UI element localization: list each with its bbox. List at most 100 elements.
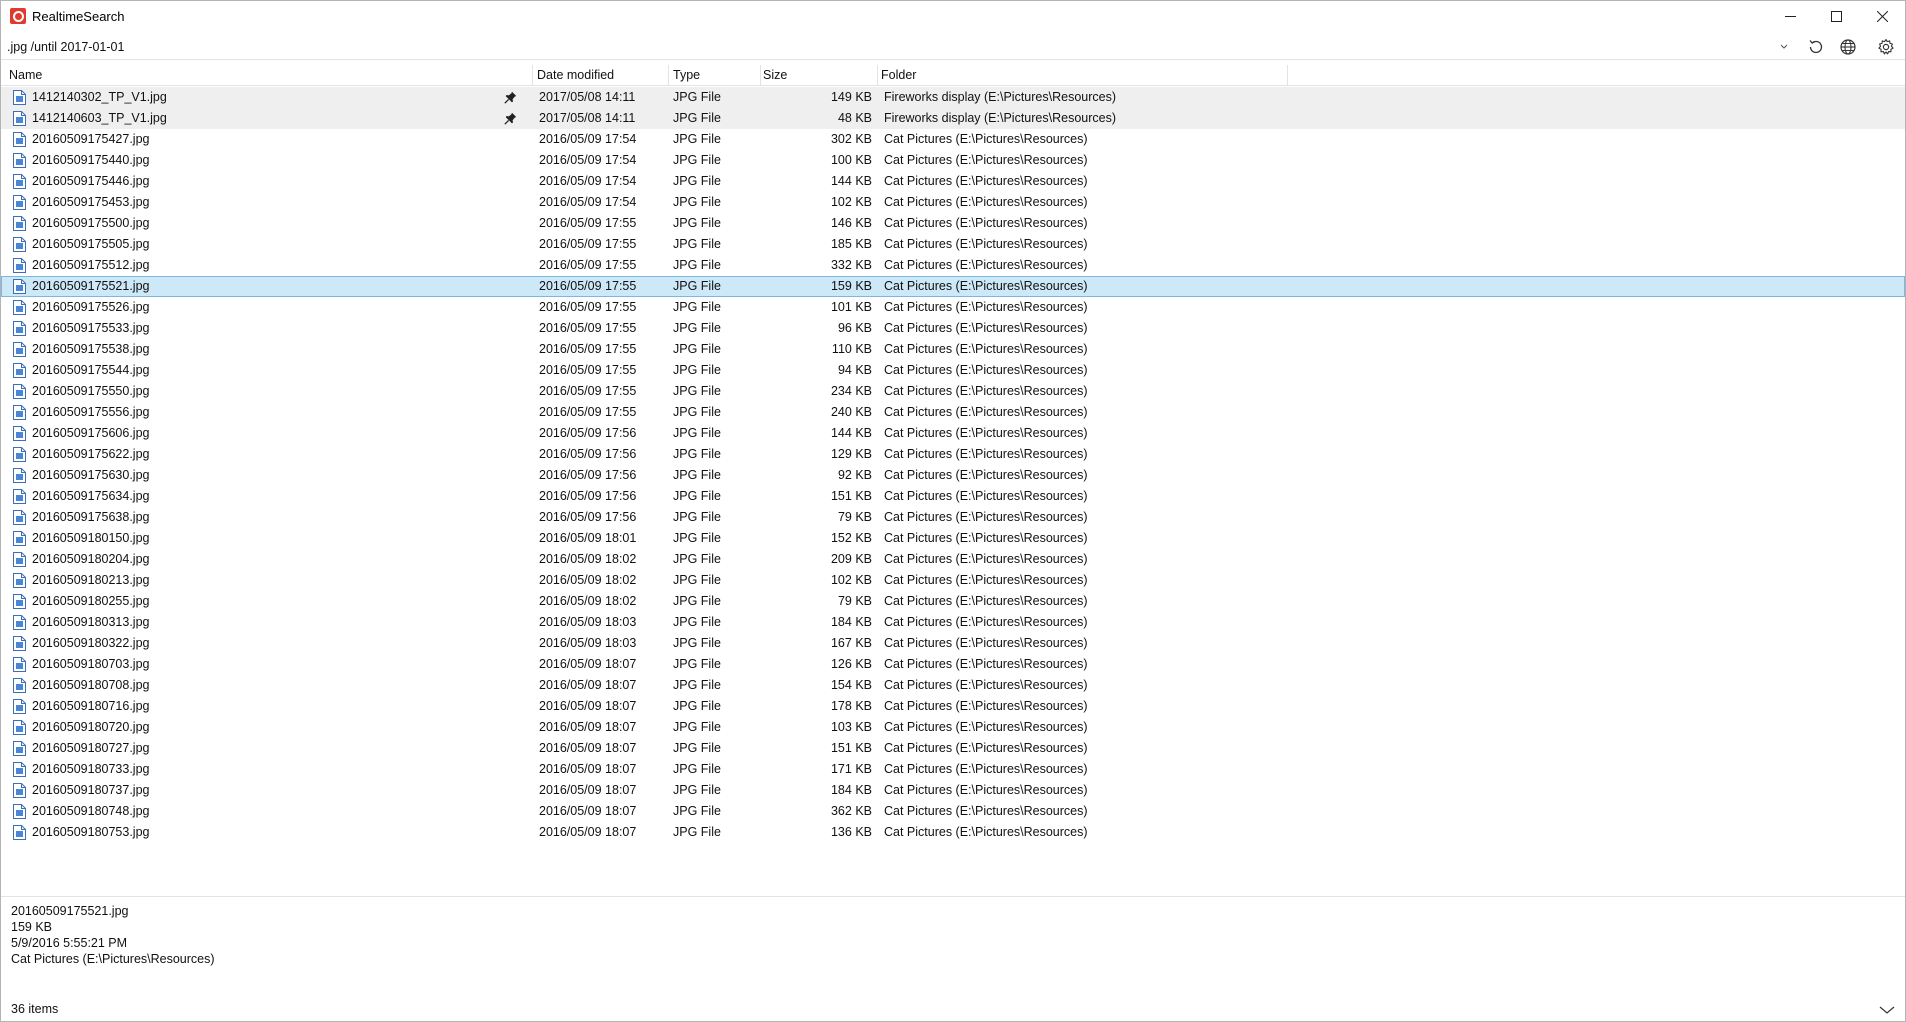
image-file-icon [13,762,26,777]
details-modified: 5/9/2016 5:55:21 PM [11,936,128,950]
table-row[interactable]: 20160509180733.jpg 2016/05/09 18:07 JPG … [1,759,1905,780]
table-row[interactable]: 20160509180753.jpg 2016/05/09 18:07 JPG … [1,822,1905,843]
row-size: 94 KB [837,363,872,377]
row-size: 151 KB [830,741,872,755]
column-header-type[interactable]: Type [665,63,760,86]
row-type: JPG File [673,636,721,650]
row-date: 2016/05/09 17:55 [539,237,637,251]
table-row[interactable]: 20160509180708.jpg 2016/05/09 18:07 JPG … [1,675,1905,696]
table-row[interactable]: 20160509175446.jpg 2016/05/09 17:54 JPG … [1,171,1905,192]
table-row[interactable]: 20160509180150.jpg 2016/05/09 18:01 JPG … [1,528,1905,549]
table-row[interactable]: 20160509175638.jpg 2016/05/09 17:56 JPG … [1,507,1905,528]
table-row[interactable]: 20160509175427.jpg 2016/05/09 17:54 JPG … [1,129,1905,150]
table-row[interactable]: 20160509175544.jpg 2016/05/09 17:55 JPG … [1,360,1905,381]
image-file-icon [13,594,26,609]
image-file-icon [13,657,26,672]
title-bar[interactable]: RealtimeSearch [1,1,1905,31]
row-filename: 20160509175440.jpg [32,153,150,167]
table-row[interactable]: 20160509180322.jpg 2016/05/09 18:03 JPG … [1,633,1905,654]
table-row[interactable]: 20160509175606.jpg 2016/05/09 17:56 JPG … [1,423,1905,444]
row-date: 2016/05/09 17:56 [539,510,637,524]
row-type: JPG File [673,699,721,713]
expand-details-button[interactable] [1877,1001,1897,1019]
table-row[interactable]: 20160509175453.jpg 2016/05/09 17:54 JPG … [1,192,1905,213]
chevron-down-icon [1879,1006,1895,1014]
row-date: 2016/05/09 17:54 [539,174,637,188]
image-file-icon [13,321,26,336]
minimize-button[interactable] [1767,1,1813,31]
column-divider[interactable] [1287,65,1288,85]
table-row[interactable]: 20160509180737.jpg 2016/05/09 18:07 JPG … [1,780,1905,801]
table-row[interactable]: 20160509180716.jpg 2016/05/09 18:07 JPG … [1,696,1905,717]
table-row[interactable]: 1412140302_TP_V1.jpg 2017/05/08 14:11 JP… [1,87,1905,108]
maximize-button[interactable] [1813,1,1859,31]
close-icon [1876,10,1888,22]
row-size: 240 KB [830,405,872,419]
search-input[interactable] [7,36,1767,58]
image-file-icon [13,699,26,714]
pin-icon[interactable] [504,112,517,125]
row-type: JPG File [673,321,721,335]
table-row[interactable]: 20160509175622.jpg 2016/05/09 17:56 JPG … [1,444,1905,465]
table-row[interactable]: 20160509180255.jpg 2016/05/09 18:02 JPG … [1,591,1905,612]
table-row[interactable]: 20160509175512.jpg 2016/05/09 17:55 JPG … [1,255,1905,276]
settings-button[interactable] [1874,36,1898,58]
table-row[interactable]: 20160509180748.jpg 2016/05/09 18:07 JPG … [1,801,1905,822]
row-type: JPG File [673,258,721,272]
table-row[interactable]: 20160509175634.jpg 2016/05/09 17:56 JPG … [1,486,1905,507]
table-row[interactable]: 20160509175526.jpg 2016/05/09 17:55 JPG … [1,297,1905,318]
table-row[interactable]: 20160509175505.jpg 2016/05/09 17:55 JPG … [1,234,1905,255]
table-row[interactable]: 20160509175556.jpg 2016/05/09 17:55 JPG … [1,402,1905,423]
row-type: JPG File [673,216,721,230]
row-type: JPG File [673,132,721,146]
row-type: JPG File [673,405,721,419]
table-row[interactable]: 20160509180720.jpg 2016/05/09 18:07 JPG … [1,717,1905,738]
close-button[interactable] [1859,1,1905,31]
table-row[interactable]: 20160509180703.jpg 2016/05/09 18:07 JPG … [1,654,1905,675]
column-header-name[interactable]: Name [1,63,532,86]
table-row[interactable]: 20160509175538.jpg 2016/05/09 17:55 JPG … [1,339,1905,360]
row-filename: 20160509175526.jpg [32,300,150,314]
row-folder: Cat Pictures (E:\Pictures\Resources) [884,237,1088,251]
table-row[interactable]: 20160509180213.jpg 2016/05/09 18:02 JPG … [1,570,1905,591]
table-row[interactable]: 20160509175630.jpg 2016/05/09 17:56 JPG … [1,465,1905,486]
refresh-button[interactable] [1804,36,1828,58]
table-row[interactable]: 20160509175521.jpg 2016/05/09 17:55 JPG … [1,276,1905,297]
column-header-size[interactable]: Size [755,63,877,86]
table-row[interactable]: 20160509180204.jpg 2016/05/09 18:02 JPG … [1,549,1905,570]
table-row[interactable]: 20160509180727.jpg 2016/05/09 18:07 JPG … [1,738,1905,759]
column-header-folder[interactable]: Folder [873,63,1287,86]
row-date: 2016/05/09 18:07 [539,825,637,839]
details-divider [1,896,1905,897]
row-folder: Fireworks display (E:\Pictures\Resources… [884,90,1117,104]
row-date: 2017/05/08 14:11 [539,90,636,104]
pin-icon[interactable] [504,91,517,104]
table-row[interactable]: 20160509175440.jpg 2016/05/09 17:54 JPG … [1,150,1905,171]
row-type: JPG File [673,174,721,188]
row-filename: 20160509175606.jpg [32,426,150,440]
image-file-icon [13,174,26,189]
image-file-icon [13,300,26,315]
web-search-button[interactable] [1836,36,1860,58]
row-type: JPG File [673,531,721,545]
row-folder: Cat Pictures (E:\Pictures\Resources) [884,636,1088,650]
table-row[interactable]: 1412140603_TP_V1.jpg 2017/05/08 14:11 JP… [1,108,1905,129]
row-filename: 20160509175512.jpg [32,258,150,272]
image-file-icon [13,237,26,252]
row-type: JPG File [673,615,721,629]
table-row[interactable]: 20160509175533.jpg 2016/05/09 17:55 JPG … [1,318,1905,339]
row-type: JPG File [673,153,721,167]
column-header-date[interactable]: Date modified [529,63,668,86]
chevron-down-icon[interactable] [1777,40,1791,54]
row-filename: 1412140603_TP_V1.jpg [32,111,167,125]
row-filename: 20160509175630.jpg [32,468,150,482]
row-date: 2016/05/09 18:03 [539,636,637,650]
table-row[interactable]: 20160509175500.jpg 2016/05/09 17:55 JPG … [1,213,1905,234]
row-date: 2016/05/09 18:03 [539,615,637,629]
row-folder: Cat Pictures (E:\Pictures\Resources) [884,825,1088,839]
row-folder: Cat Pictures (E:\Pictures\Resources) [884,258,1088,272]
row-type: JPG File [673,300,721,314]
row-folder: Cat Pictures (E:\Pictures\Resources) [884,594,1088,608]
table-row[interactable]: 20160509180313.jpg 2016/05/09 18:03 JPG … [1,612,1905,633]
table-row[interactable]: 20160509175550.jpg 2016/05/09 17:55 JPG … [1,381,1905,402]
